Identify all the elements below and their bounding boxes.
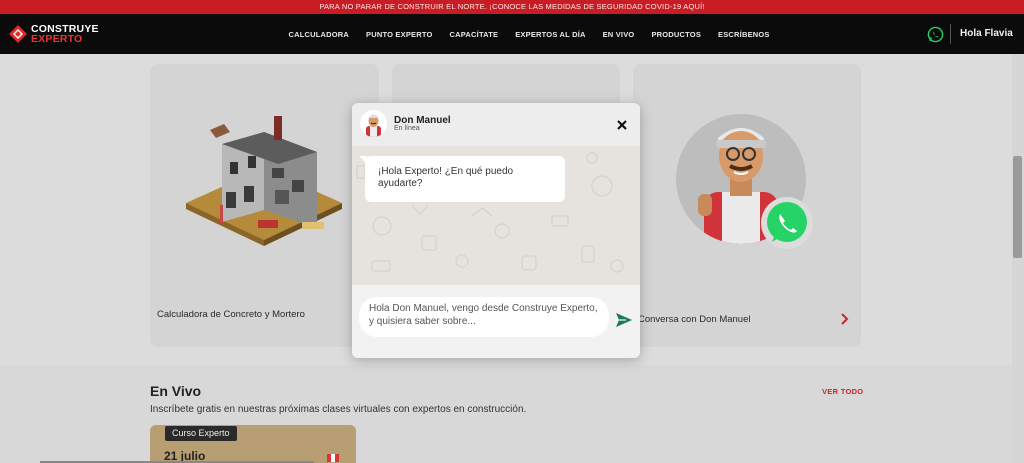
nav-item-expertos-al-dia[interactable]: EXPERTOS AL DÍA [515, 30, 585, 39]
send-icon[interactable] [616, 313, 632, 327]
nav-item-punto-experto[interactable]: PUNTO EXPERTO [366, 30, 433, 39]
live-section-subtitle: Inscríbete gratis en nuestras próximas c… [150, 404, 527, 415]
chevron-right-icon[interactable] [840, 313, 850, 325]
live-section-title: En Vivo [150, 383, 202, 399]
brand-logo[interactable]: CONSTRUYE EXPERTO [8, 22, 108, 46]
nav-item-escribenos[interactable]: ESCRÍBENOS [718, 30, 770, 39]
chat-agent-status: En línea [394, 125, 420, 132]
announcement-bar[interactable]: PARA NO PARAR DE CONSTRUIR EL NORTE. ¡CO… [0, 0, 1024, 14]
page-scrollbar[interactable] [1012, 54, 1024, 463]
nav-item-capacitate[interactable]: CAPACÍTATE [450, 30, 499, 39]
chat-composer: Hola Don Manuel, vengo desde Construye E… [352, 285, 640, 358]
agent-avatar-illustration [366, 114, 381, 137]
brand-name-line2: EXPERTO [31, 33, 83, 45]
logo-diamond-icon [9, 25, 27, 43]
scrollbar-thumb[interactable] [1013, 156, 1022, 258]
agent-message-bubble: ¡Hola Experto! ¿En qué puedo ayudarte? [365, 156, 565, 202]
chat-header: Don Manuel En línea [352, 103, 640, 146]
whatsapp-icon[interactable] [927, 26, 944, 43]
calculator-card[interactable]: Calculadora de Concreto y Mortero [150, 64, 379, 347]
nav-menu: CALCULADORA PUNTO EXPERTO CAPACÍTATE EXP… [280, 14, 778, 54]
chat-modal: Don Manuel En línea ¡Hola Experto! ¿En q… [352, 103, 640, 358]
course-tag: Curso Experto [165, 426, 237, 441]
whatsapp-badge-icon[interactable] [760, 196, 814, 250]
chat-message-input[interactable]: Hola Don Manuel, vengo desde Construye E… [359, 297, 609, 337]
main-navbar: CONSTRUYE EXPERTO CALCULADORA PUNTO EXPE… [0, 14, 1024, 54]
nav-item-en-vivo[interactable]: EN VIVO [603, 30, 635, 39]
see-all-link[interactable]: VER TODO [822, 387, 863, 396]
nav-item-productos[interactable]: PRODUCTOS [651, 30, 701, 39]
nav-divider [950, 24, 951, 44]
conversation-card-label: Conversa con Don Manuel [638, 314, 751, 325]
calculator-card-label: Calculadora de Concreto y Mortero [157, 309, 305, 320]
house-construction-illustration [186, 116, 342, 246]
nav-item-calculadora[interactable]: CALCULADORA [289, 30, 350, 39]
user-greeting[interactable]: Hola Flavia [960, 28, 1013, 39]
close-icon[interactable] [615, 118, 629, 132]
chat-messages-area: ¡Hola Experto! ¿En qué puedo ayudarte? [352, 146, 640, 285]
flag-icon [327, 454, 339, 462]
chat-agent-avatar [360, 110, 387, 137]
